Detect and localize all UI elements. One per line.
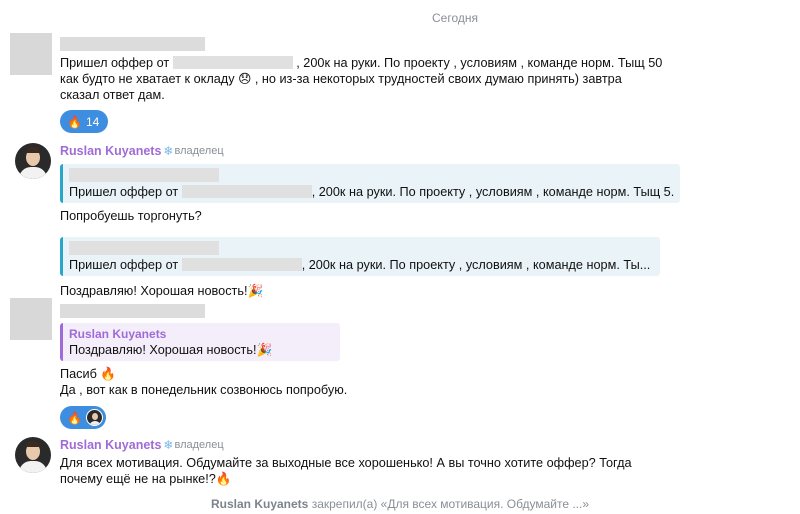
reaction-count: 14 (85, 114, 100, 129)
avatar[interactable] (10, 298, 52, 340)
service-text: закрепил(а) «Для всех мотивация. Обдумай… (311, 497, 590, 511)
reply-quote[interactable]: Пришел оффер от , 200к на руки. По проек… (60, 237, 660, 276)
role-badge: владелец (174, 145, 224, 157)
reaction-fire[interactable]: 🔥 (60, 406, 106, 429)
message-text: Поздравляю! Хорошая новость!🎉 (60, 284, 264, 298)
message-content: Ruslan Kuyanets ❄ владелец Для всех моти… (60, 437, 720, 487)
sender-name[interactable]: Ruslan Kuyanets (60, 144, 161, 158)
message-content: Пришел оффер от , 200к на руки. По проек… (60, 33, 720, 133)
quote-sender-redacted (69, 241, 219, 255)
quote-sender: Ruslan Kuyanets (69, 327, 167, 341)
quote-text: Поздравляю! Хорошая новость!🎉 (69, 343, 273, 357)
pinned-service-message[interactable]: Ruslan Kuyanets закрепил(а) «Для всех мо… (0, 497, 800, 511)
snowflake-icon: ❄ (163, 144, 174, 158)
message-text: Пасиб 🔥 Да , вот как в понедельник созво… (60, 367, 348, 397)
message-text: Для всех мотивация. Обдумайте за выходны… (60, 456, 632, 486)
fire-icon: 🔥 (67, 114, 82, 129)
avatar[interactable] (10, 33, 52, 75)
date-label: Сегодня (432, 11, 478, 25)
quote-text: Пришел оффер от , 200к на руки. По проек… (69, 258, 651, 272)
reactor-avatar (85, 409, 103, 426)
quote-sender-redacted (69, 168, 219, 182)
redacted-company (172, 56, 293, 69)
reply-quote[interactable]: Ruslan Kuyanets Поздравляю! Хорошая ново… (60, 323, 340, 361)
avatar[interactable] (15, 143, 51, 179)
message-text: Попробуешь торгонуть? (60, 209, 202, 223)
fire-icon: 🔥 (67, 410, 82, 425)
avatar[interactable] (15, 437, 51, 473)
sender-name-redacted (60, 37, 205, 51)
role-badge: владелец (174, 439, 224, 451)
snowflake-icon: ❄ (163, 438, 174, 452)
message-content: Ruslan Kuyanets Поздравляю! Хорошая ново… (60, 298, 720, 429)
date-separator: Сегодня (0, 10, 800, 25)
sender-name-redacted (60, 304, 205, 318)
sender-name[interactable]: Ruslan Kuyanets (60, 438, 161, 452)
message-content: Ruslan Kuyanets ❄ владелец Пришел оффер … (60, 143, 720, 299)
reaction-fire[interactable]: 🔥 14 (60, 110, 109, 133)
quote-text: Пришел оффер от , 200к на руки. По проек… (69, 185, 674, 199)
service-sender: Ruslan Kuyanets (210, 497, 309, 511)
reply-quote[interactable]: Пришел оффер от , 200к на руки. По проек… (60, 164, 680, 203)
